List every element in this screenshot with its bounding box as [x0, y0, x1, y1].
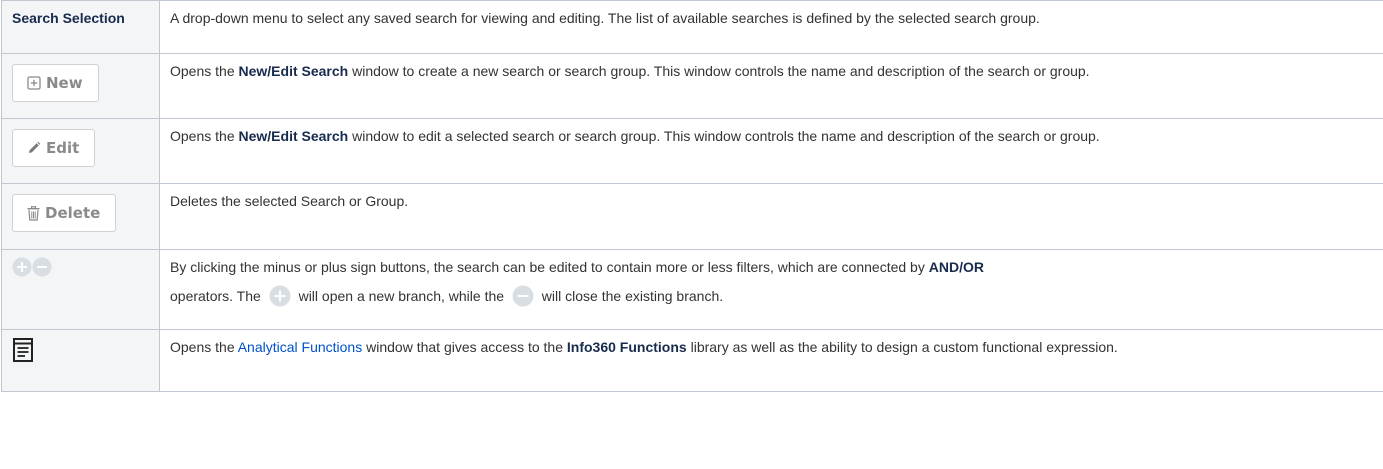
description-text: Opens the — [170, 339, 238, 355]
minus-circle-icon[interactable] — [32, 257, 52, 282]
window-name-bold: New/Edit Search — [238, 63, 349, 79]
functions-document-icon[interactable] — [12, 338, 34, 366]
row-label-cell: Delete — [1, 183, 160, 250]
row-description: A drop-down menu to select any saved sea… — [159, 0, 1383, 54]
plus-circle-icon[interactable] — [12, 257, 32, 282]
minus-circle-icon — [512, 285, 534, 307]
table-row: Search Selection A drop-down menu to sel… — [1, 0, 1383, 54]
edit-button[interactable]: Edit — [12, 129, 96, 167]
row-description: Deletes the selected Search or Group. — [159, 183, 1383, 250]
table-row: By clicking the minus or plus sign butto… — [1, 249, 1383, 330]
row-label-search-selection: Search Selection — [1, 0, 160, 54]
description-text: will close the existing branch. — [537, 288, 724, 304]
row-label-cell: New — [1, 53, 160, 119]
table-row: Delete Deletes the selected Search or Gr… — [1, 183, 1383, 250]
new-button-label: New — [46, 74, 83, 92]
operators-bold: AND/OR — [928, 259, 984, 275]
analytical-functions-link[interactable]: Analytical Functions — [238, 339, 363, 355]
description-text: window to create a new search or search … — [348, 63, 1090, 79]
new-button[interactable]: New — [12, 64, 99, 102]
table-row: Opens the Analytical Functions window th… — [1, 329, 1383, 392]
row-description: Opens the Analytical Functions window th… — [159, 329, 1383, 392]
library-name-bold: Info360 Functions — [566, 339, 687, 355]
table-row: Edit Opens the New/Edit Search window to… — [1, 118, 1383, 184]
description-text: will open a new branch, while the — [294, 288, 508, 304]
window-name-bold: New/Edit Search — [238, 128, 349, 144]
plus-box-icon — [27, 76, 41, 90]
row-description: Opens the New/Edit Search window to crea… — [159, 53, 1383, 119]
description-text: Opens the — [170, 63, 239, 79]
row-description: Opens the New/Edit Search window to edit… — [159, 118, 1383, 184]
description-text: Opens the — [170, 128, 239, 144]
pencil-icon — [27, 141, 41, 155]
edit-button-label: Edit — [46, 139, 80, 157]
delete-button[interactable]: Delete — [12, 194, 117, 232]
description-text: window to edit a selected search or sear… — [348, 128, 1100, 144]
row-label-cell — [1, 329, 160, 392]
plus-circle-icon — [269, 285, 291, 307]
trash-icon — [27, 205, 40, 221]
description-text: By clicking the minus or plus sign butto… — [170, 259, 929, 275]
delete-button-label: Delete — [45, 204, 101, 222]
row-label-cell — [1, 249, 160, 330]
description-text: window that gives access to the — [362, 339, 567, 355]
description-text: library as well as the ability to design… — [686, 339, 1118, 355]
info-table: Search Selection A drop-down menu to sel… — [1, 0, 1383, 392]
table-row: New Opens the New/Edit Search window to … — [1, 53, 1383, 119]
description-text: operators. The — [170, 288, 265, 304]
row-description: By clicking the minus or plus sign butto… — [159, 249, 1383, 330]
row-label-cell: Edit — [1, 118, 160, 184]
